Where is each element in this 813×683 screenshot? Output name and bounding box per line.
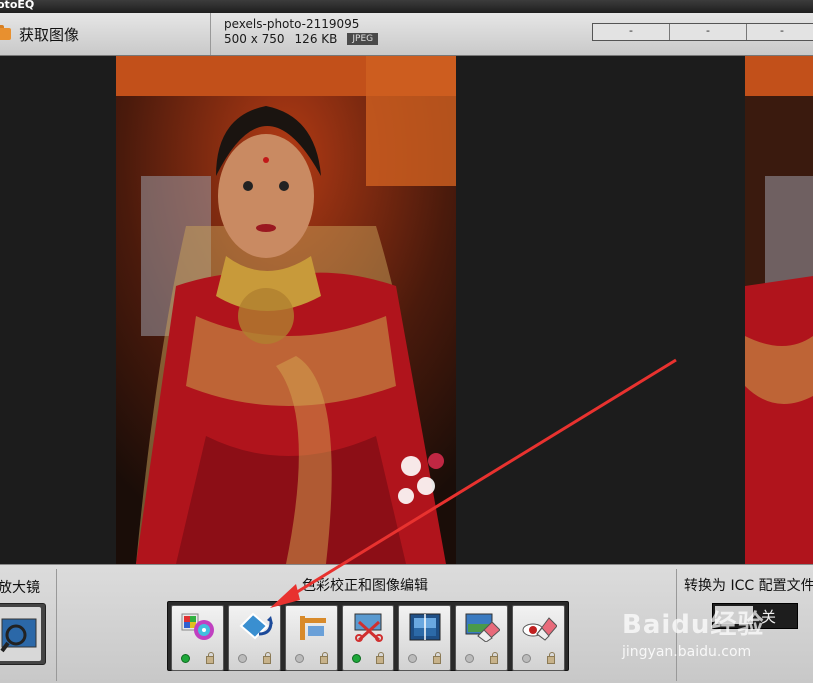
tool-active-indicator <box>237 654 247 663</box>
next-photo-preview[interactable] <box>745 56 813 564</box>
file-name: pexels-photo-2119095 <box>224 17 360 31</box>
frame-tool[interactable] <box>398 605 452 671</box>
bride-photo-image <box>116 56 456 564</box>
editing-tools-strip <box>167 601 569 671</box>
acquire-image-button[interactable]: 获取图像 <box>0 13 211 55</box>
tool-active-indicator <box>408 654 418 663</box>
lock-icon[interactable] <box>433 652 442 664</box>
tool-active-indicator <box>351 654 361 663</box>
lock-icon[interactable] <box>376 652 385 664</box>
segment-2[interactable]: - <box>670 24 747 40</box>
magnifier-button[interactable] <box>0 603 46 665</box>
rotate-tool[interactable] <box>227 605 281 671</box>
file-info: pexels-photo-2119095 500 x 750 126 KB JP… <box>224 17 379 46</box>
color-correction-tool[interactable] <box>171 605 224 671</box>
redeye-eraser-icon <box>522 617 558 641</box>
baidu-watermark-url: jingyan.baidu.com <box>622 644 752 660</box>
file-size: 126 KB <box>294 32 338 46</box>
resize-tool[interactable] <box>341 605 395 671</box>
next-photo-image <box>745 56 813 564</box>
resize-scissors-icon <box>354 613 383 642</box>
tool-active-indicator <box>294 654 304 663</box>
image-dimensions: 500 x 750 <box>224 32 285 46</box>
main-photo[interactable] <box>116 56 456 564</box>
lock-icon[interactable] <box>262 652 271 664</box>
lock-icon[interactable] <box>205 652 214 664</box>
tool-active-indicator <box>181 654 190 663</box>
crop-tool[interactable] <box>284 605 338 671</box>
color-wheel-icon <box>181 613 214 640</box>
icc-convert-label: 转换为 ICC 配置文件 <box>684 578 813 594</box>
acquire-image-label: 获取图像 <box>19 25 80 44</box>
frame-icon <box>409 613 441 641</box>
window-titlebar: otoEQ <box>0 0 813 13</box>
file-type-badge: JPEG <box>347 33 379 45</box>
magnifier-label: 放大镜 <box>0 580 40 596</box>
lock-icon[interactable] <box>490 652 499 664</box>
magnifier-icon <box>0 618 37 653</box>
lock-icon[interactable] <box>319 652 328 664</box>
retouch-eraser-icon <box>465 613 501 642</box>
segment-3[interactable]: - <box>747 24 813 40</box>
retouch-tool[interactable] <box>455 605 509 671</box>
panel-divider <box>56 569 57 681</box>
window-title: otoEQ <box>0 0 35 11</box>
color-editing-title: 色彩校正和图像编辑 <box>302 578 428 594</box>
folder-icon <box>0 25 11 40</box>
rotate-straighten-icon <box>239 612 273 640</box>
segment-1[interactable]: - <box>593 24 670 40</box>
tool-active-indicator <box>465 654 475 663</box>
top-toolbar: 获取图像 pexels-photo-2119095 500 x 750 126 … <box>0 13 813 56</box>
redeye-tool[interactable] <box>512 605 566 671</box>
image-viewer[interactable] <box>0 56 813 564</box>
tool-active-indicator <box>522 654 532 663</box>
crop-icon <box>299 616 326 640</box>
lock-icon[interactable] <box>547 652 556 664</box>
view-segment-control: - - - <box>592 23 813 41</box>
baidu-watermark: Baidu经验 <box>622 610 765 640</box>
